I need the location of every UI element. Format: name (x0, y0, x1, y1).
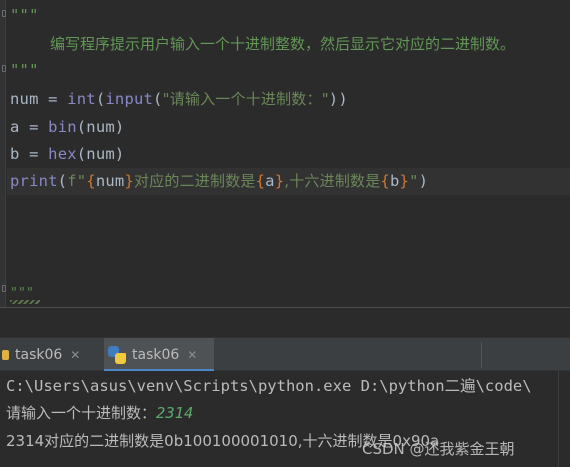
tab-bar-divider (481, 342, 482, 368)
run-tab-bar: task06 ✕ task06 ✕ (0, 337, 570, 372)
docstring-open[interactable]: """ (10, 2, 39, 29)
token-brace: { (380, 172, 390, 190)
token-builtin: input (105, 90, 154, 108)
token-paren: ( (153, 90, 163, 108)
close-icon[interactable]: ✕ (187, 348, 197, 362)
token-brace: } (274, 172, 285, 190)
token-args: (num) (76, 145, 125, 163)
token-fvar: a (265, 172, 275, 190)
console-line-command[interactable]: C:\Users\asus\venv\Scripts\python.exe D:… (6, 373, 532, 399)
token-paren: ) (418, 172, 429, 190)
editor-gutter[interactable] (0, 0, 6, 307)
console-user-input: 2314 (156, 404, 194, 422)
token-var: num (10, 90, 39, 108)
token-paren: ( (57, 172, 68, 190)
code-editor[interactable]: """ 编写程序提示用户输入一个十进制整数，然后显示它对应的二进制数。 """ … (0, 0, 570, 307)
token-fstring-text: 对应的二进制数是 (134, 172, 256, 190)
panel-splitter[interactable] (0, 307, 570, 337)
token-paren: ( (95, 90, 106, 108)
token-fstring-prefix: f" (67, 172, 87, 190)
token-paren: )) (328, 90, 348, 108)
token-fstring-text: ,十六进制数是 (284, 172, 381, 190)
docstring-close[interactable]: """ (10, 57, 39, 84)
token-fstring-suffix: " (409, 172, 419, 190)
token-brace: { (86, 172, 96, 190)
console-prompt-text: 请输入一个十进制数： (6, 404, 157, 422)
code-line-a[interactable]: a = bin(num) (10, 114, 124, 141)
watermark: CSDN @还我紫金王朝 (362, 440, 515, 458)
warning-squiggle (10, 300, 40, 304)
token-brace: { (255, 172, 266, 190)
python-icon (108, 346, 126, 364)
token-builtin: hex (48, 145, 77, 163)
code-line-b[interactable]: b = hex(num) (10, 141, 124, 168)
run-tab-label: task06 (132, 347, 180, 363)
console-scrollbar[interactable] (558, 371, 570, 467)
run-tab-label: task06 (15, 347, 63, 363)
token-var: a (10, 118, 20, 136)
token-brace: } (124, 172, 134, 190)
token-string: "请输入一个十进制数：" (162, 90, 329, 108)
token-fvar: b (389, 172, 400, 190)
token-fvar: num (95, 172, 125, 190)
run-tab-task06-inactive[interactable]: task06 ✕ (0, 338, 96, 372)
token-builtin: int (67, 90, 96, 108)
token-op: = (19, 118, 49, 136)
token-builtin: bin (48, 118, 77, 136)
fold-marker-icon[interactable] (2, 65, 6, 72)
token-args: (num) (76, 118, 125, 136)
fold-marker-icon[interactable] (2, 10, 6, 17)
token-brace: } (399, 172, 410, 190)
docstring-text[interactable]: 编写程序提示用户输入一个十进制整数，然后显示它对应的二进制数。 (50, 31, 515, 58)
close-icon[interactable]: ✕ (70, 348, 80, 362)
code-line-num[interactable]: num = int(input("请输入一个十进制数：")) (10, 86, 348, 113)
token-var: b (10, 145, 20, 163)
token-builtin: print (10, 172, 58, 190)
token-op: = (19, 145, 49, 163)
run-tab-task06-active[interactable]: task06 ✕ (104, 338, 214, 372)
console-line-prompt[interactable]: 请输入一个十进制数：2314 (6, 400, 193, 426)
code-line-print[interactable]: print(f"{num}对应的二进制数是{a},十六进制数是{b}") (10, 168, 428, 195)
fold-marker-icon[interactable] (2, 285, 6, 292)
token-op: = (38, 90, 68, 108)
file-icon (2, 350, 9, 360)
